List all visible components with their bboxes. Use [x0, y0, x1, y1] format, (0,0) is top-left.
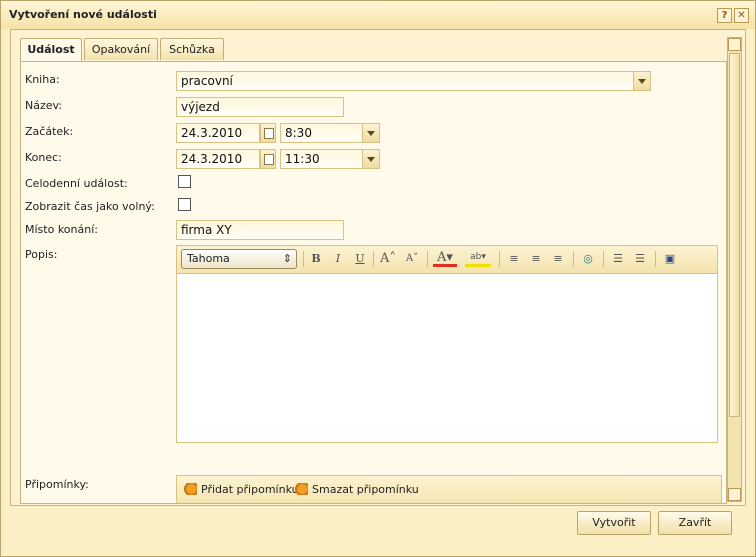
start-time-select[interactable]: 8:30	[280, 123, 380, 143]
tab-event[interactable]: Událost	[20, 38, 82, 62]
tab-meeting[interactable]: Schůzka	[160, 38, 224, 60]
end-label: Konec:	[25, 151, 62, 164]
allday-label: Celodenní událost:	[25, 177, 128, 190]
add-reminder-label: Přidat připomínku	[201, 483, 299, 496]
delete-reminder-button[interactable]: Smazat připomínku	[294, 483, 419, 496]
dialog-body: Událost Opakování Schůzka Kniha: pracovn…	[10, 29, 746, 506]
editor-toolbar: Tahoma B I U A˄ A˅ A▾ ab▾ ≡ ≡ ≡ ◎	[177, 246, 717, 274]
font-select[interactable]: Tahoma	[181, 249, 297, 269]
description-editor: Tahoma B I U A˄ A˅ A▾ ab▾ ≡ ≡ ≡ ◎	[176, 245, 718, 443]
align-right-icon[interactable]: ≡	[549, 251, 567, 267]
vertical-scrollbar[interactable]	[727, 37, 742, 502]
unordered-list-icon[interactable]: ☰	[631, 251, 649, 267]
close-icon[interactable]: ✕	[734, 8, 749, 23]
dialog-title: Vytvoření nové události	[9, 8, 157, 21]
place-label: Místo konání:	[25, 223, 98, 236]
free-label: Zobrazit čas jako volný:	[25, 200, 155, 213]
reminders-toolbar: Přidat připomínku Smazat připomínku	[176, 475, 722, 503]
grow-font-icon[interactable]: A˄	[379, 251, 397, 267]
help-icon[interactable]: ?	[717, 8, 732, 23]
chevron-down-icon[interactable]	[633, 72, 650, 90]
highlight-icon[interactable]: ab▾	[465, 251, 491, 267]
book-select[interactable]: pracovní	[176, 71, 651, 91]
name-field[interactable]: výjezd	[176, 97, 344, 117]
create-button[interactable]: Vytvořit	[577, 511, 651, 535]
reminders-label: Připomínky:	[25, 478, 89, 491]
close-button[interactable]: Zavřít	[658, 511, 732, 535]
event-panel: Kniha: pracovní Název: výjezd Začátek: 2…	[20, 61, 727, 504]
free-checkbox[interactable]	[178, 198, 191, 211]
event-dialog: Vytvoření nové události ? ✕ Událost Opak…	[0, 0, 756, 557]
title-bar[interactable]: Vytvoření nové události ? ✕	[1, 1, 755, 29]
start-time-value: 8:30	[285, 126, 312, 140]
font-color-icon[interactable]: A▾	[433, 251, 457, 267]
desc-label: Popis:	[25, 248, 58, 261]
tab-repeat[interactable]: Opakování	[84, 38, 158, 60]
align-left-icon[interactable]: ≡	[505, 251, 523, 267]
place-field[interactable]: firma XY	[176, 220, 344, 240]
bold-icon[interactable]: B	[307, 251, 325, 267]
chevron-down-icon[interactable]	[362, 124, 379, 142]
link-icon[interactable]: ◎	[579, 251, 597, 267]
start-date-field[interactable]: 24.3.2010	[176, 123, 260, 143]
editor-content[interactable]	[177, 274, 717, 442]
add-reminder-button[interactable]: Přidat připomínku	[183, 483, 299, 496]
underline-icon[interactable]: U	[351, 251, 369, 267]
source-edit-icon[interactable]: ▣	[661, 251, 679, 267]
scroll-thumb[interactable]	[729, 53, 740, 417]
chevron-down-icon[interactable]	[362, 150, 379, 168]
italic-icon[interactable]: I	[329, 251, 347, 267]
end-date-field[interactable]: 24.3.2010	[176, 149, 260, 169]
end-time-select[interactable]: 11:30	[280, 149, 380, 169]
delete-reminder-label: Smazat připomínku	[312, 483, 419, 496]
book-label: Kniha:	[25, 73, 60, 86]
ordered-list-icon[interactable]: ☰	[609, 251, 627, 267]
scroll-up-icon[interactable]	[728, 38, 741, 51]
end-time-value: 11:30	[285, 152, 320, 166]
book-value: pracovní	[181, 74, 233, 88]
add-bell-icon	[183, 483, 197, 495]
delete-bell-icon	[294, 483, 308, 495]
calendar-icon[interactable]	[260, 123, 276, 143]
calendar-icon[interactable]	[260, 149, 276, 169]
start-label: Začátek:	[25, 125, 74, 138]
align-center-icon[interactable]: ≡	[527, 251, 545, 267]
scroll-down-icon[interactable]	[728, 488, 741, 501]
allday-checkbox[interactable]	[178, 175, 191, 188]
name-label: Název:	[25, 99, 63, 112]
shrink-font-icon[interactable]: A˅	[403, 251, 421, 267]
